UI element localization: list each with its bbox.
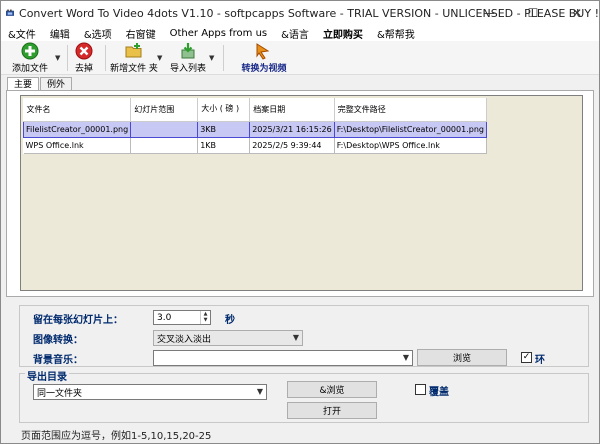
- menu-language[interactable]: &语言: [274, 26, 316, 41]
- menu-help[interactable]: &帮帮我: [370, 26, 422, 41]
- convert-icon: [256, 43, 270, 60]
- image-transition-label: 图像转换：: [33, 335, 83, 346]
- table-row[interactable]: FilelistCreator_00001.png 3KB 2025/3/21 …: [22, 120, 487, 138]
- overwrite-label: 覆盖: [429, 387, 449, 398]
- transition-selected-value: 交叉淡入淡出: [157, 334, 212, 345]
- column-header-slide-range[interactable]: 幻灯片范围: [130, 98, 199, 122]
- background-music-label: 背景音乐：: [33, 355, 83, 366]
- cell-full-path: F:\Desktop\WPS Office.lnk: [334, 137, 487, 154]
- menu-bar: &文件 编辑 &选项 右窗键 Other Apps from us &语言 立即…: [1, 25, 599, 41]
- seconds-label: 秒: [225, 315, 235, 326]
- app-icon: [6, 9, 15, 16]
- convert-label: 转换为视频: [241, 64, 287, 74]
- stay-per-slide-label: 留在每张幻灯片上：: [33, 315, 123, 326]
- image-transition-select[interactable]: 交叉淡入淡出 ▼: [153, 330, 303, 346]
- column-header-filename[interactable]: 文件名: [23, 98, 132, 122]
- main-tab-pane: 文件名 幻灯片范围 大小 ( 磅 ) 档案日期 完整文件路径 FilelistC…: [6, 90, 594, 297]
- toolbar: 添加文件 ▼ 去掉 新增文件 夹 ▼ 导入列表 ▼ 转换为视频: [1, 41, 599, 75]
- menu-edit[interactable]: 编辑: [43, 26, 77, 41]
- convert-to-video-button[interactable]: 转换为视频: [237, 42, 291, 74]
- output-folder-value: 同一文件夹: [37, 388, 83, 399]
- tab-exceptions[interactable]: 例外: [40, 77, 73, 91]
- column-header-full-path[interactable]: 完整文件路径: [334, 98, 487, 122]
- output-folder-header: 导出目录: [25, 368, 69, 383]
- remove-label: 去掉: [74, 64, 93, 74]
- cell-slide-range[interactable]: [130, 120, 199, 138]
- stay-seconds-value: 3.0: [157, 312, 172, 323]
- cell-size: 3KB: [197, 120, 251, 138]
- remove-button[interactable]: 去掉: [71, 42, 97, 74]
- table-row[interactable]: WPS Office.lnk 1KB 2025/2/5 9:39:44 F:\D…: [23, 137, 487, 154]
- app-window: Convert Word To Video 4dots V1.10 - soft…: [0, 0, 600, 444]
- cell-full-path: F:\Desktop\FilelistCreator_00001.png: [333, 120, 487, 138]
- loop-checkbox[interactable]: ✓: [521, 352, 532, 363]
- maximize-button[interactable]: ☐: [511, 1, 555, 25]
- remove-icon: [75, 42, 93, 60]
- add-file-button[interactable]: 添加文件: [10, 42, 50, 74]
- music-browse-button[interactable]: 浏览: [417, 349, 507, 366]
- menu-file[interactable]: &文件: [1, 26, 43, 41]
- minimize-button[interactable]: —: [467, 1, 511, 25]
- overwrite-checkbox[interactable]: [415, 384, 426, 395]
- import-list-label: 导入列表: [169, 64, 206, 74]
- background-music-select[interactable]: ▼: [153, 350, 413, 366]
- toolbar-separator: [223, 45, 224, 71]
- cell-slide-range[interactable]: [130, 137, 199, 154]
- folder-add-icon: [125, 43, 142, 58]
- column-header-size[interactable]: 大小 ( 磅 ): [197, 98, 251, 122]
- cell-size: 1KB: [197, 137, 251, 154]
- menu-buy-now[interactable]: 立即购买: [316, 26, 370, 41]
- page-range-hint: 页面范围应为逗号，例如1-5,10,15,20-25: [21, 431, 212, 442]
- add-file-dropdown-icon[interactable]: ▼: [55, 54, 60, 62]
- import-list-dropdown-icon[interactable]: ▼: [209, 54, 214, 62]
- import-list-button[interactable]: 导入列表: [169, 42, 207, 74]
- spinner-arrows-icon[interactable]: ▲ ▼: [200, 311, 210, 324]
- table-header-row: 文件名 幻灯片范围 大小 ( 磅 ) 档案日期 完整文件路径: [23, 98, 487, 122]
- file-list[interactable]: 文件名 幻灯片范围 大小 ( 磅 ) 档案日期 完整文件路径 FilelistC…: [20, 95, 583, 291]
- menu-options[interactable]: &选项: [77, 26, 119, 41]
- file-table: 文件名 幻灯片范围 大小 ( 磅 ) 档案日期 完整文件路径 FilelistC…: [22, 98, 487, 154]
- tab-strip: 主要 例外: [7, 77, 73, 92]
- close-button[interactable]: ✕: [555, 1, 599, 25]
- stay-seconds-spinner[interactable]: 3.0 ▲ ▼: [153, 310, 211, 325]
- add-icon: [21, 42, 39, 60]
- toolbar-separator: [67, 45, 68, 71]
- add-file-label: 添加文件: [11, 64, 48, 74]
- column-header-date[interactable]: 档案日期: [249, 98, 335, 122]
- toolbar-separator: [105, 45, 106, 71]
- output-browse-button[interactable]: &浏览: [287, 381, 377, 398]
- open-folder-button[interactable]: 打开: [287, 402, 377, 419]
- new-folder-dropdown-icon[interactable]: ▼: [157, 54, 162, 62]
- cell-filename: WPS Office.lnk: [23, 137, 132, 154]
- cell-date: 2025/3/21 16:15:26: [249, 120, 335, 138]
- output-folder-select[interactable]: 同一文件夹 ▼: [33, 384, 267, 400]
- cell-filename: FilelistCreator_00001.png: [22, 120, 132, 138]
- title-bar: Convert Word To Video 4dots V1.10 - soft…: [1, 1, 599, 25]
- chevron-down-icon: ▼: [402, 353, 409, 362]
- new-folder-label: 新增文件 夹: [110, 64, 158, 74]
- new-folder-button[interactable]: 新增文件 夹: [109, 42, 159, 74]
- chevron-down-icon: ▼: [292, 333, 299, 342]
- menu-right-click[interactable]: 右窗键: [119, 26, 163, 41]
- loop-label: 环: [535, 355, 545, 366]
- chevron-down-icon: ▼: [256, 387, 263, 396]
- cell-date: 2025/2/5 9:39:44: [249, 137, 335, 154]
- import-list-icon: [181, 43, 195, 59]
- menu-other-apps[interactable]: Other Apps from us: [163, 28, 275, 39]
